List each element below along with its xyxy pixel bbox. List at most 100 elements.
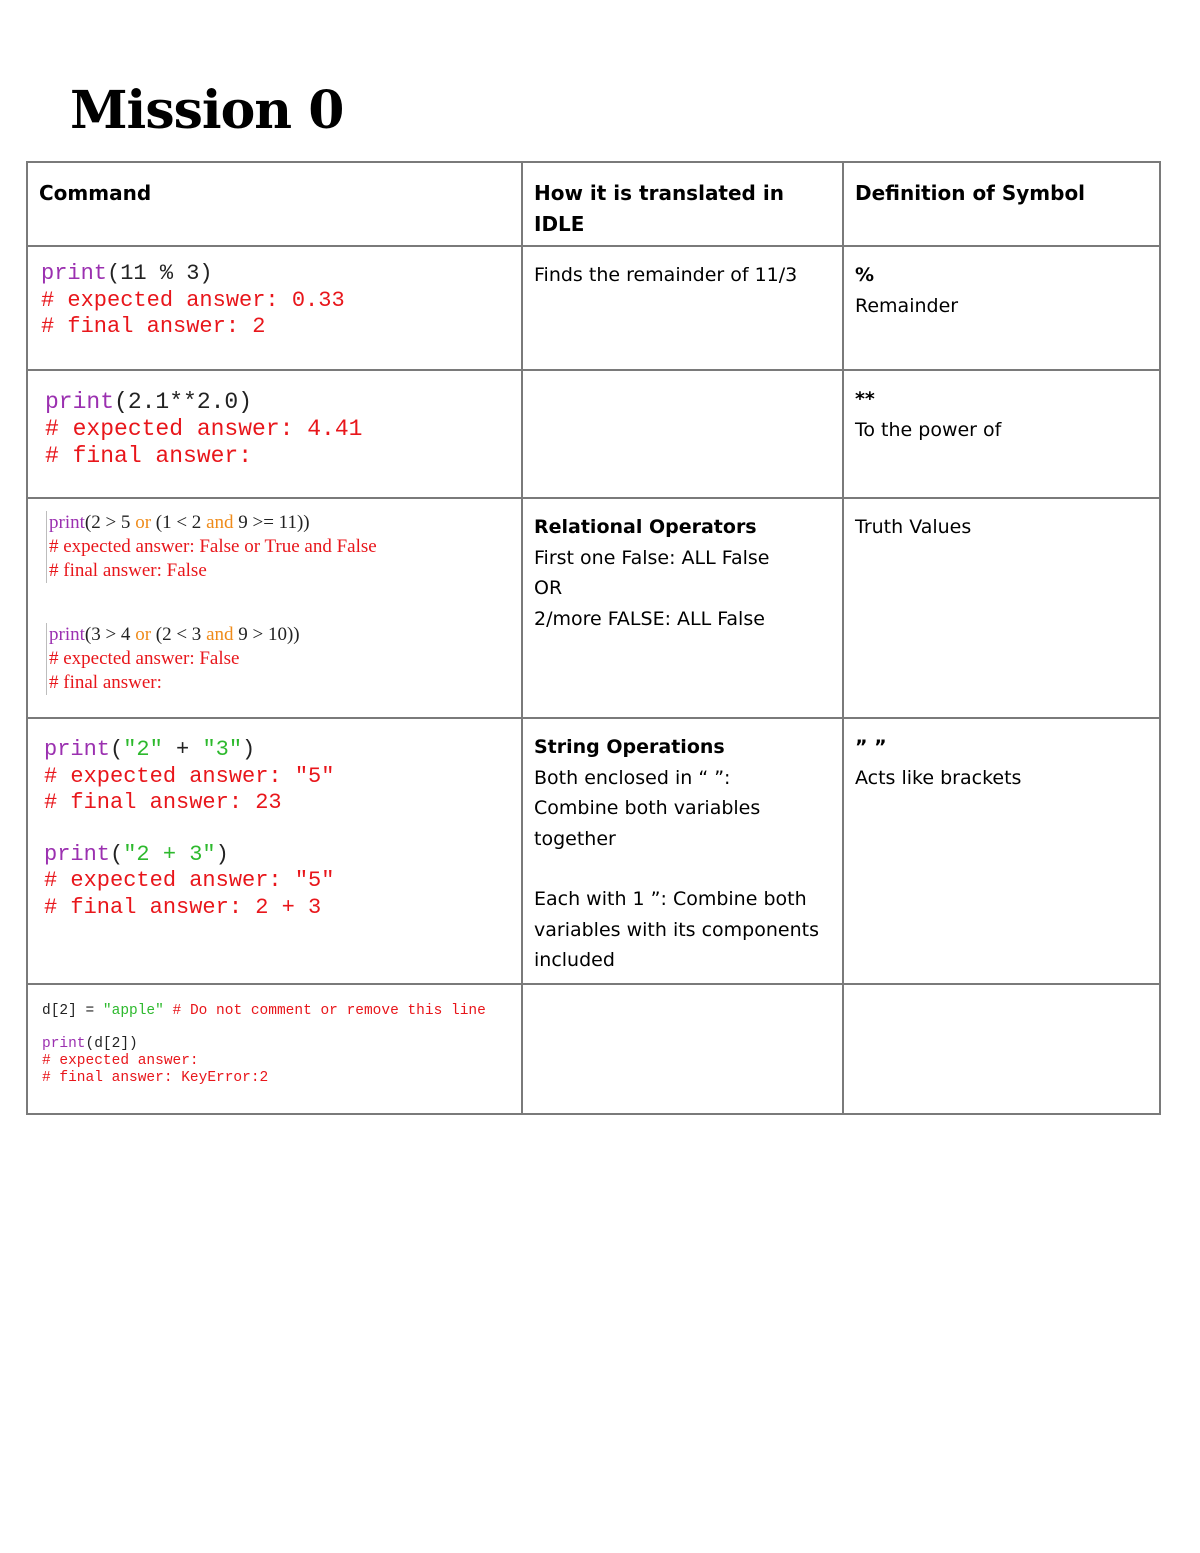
- code-text: (1 < 2: [151, 512, 207, 533]
- translation-line: together: [534, 827, 616, 850]
- translation-heading: Relational Operators: [534, 516, 757, 538]
- code-line: print(2.1**2.0): [45, 389, 521, 416]
- code-snippet: d[2] = "apple" # Do not comment or remov…: [28, 985, 521, 1087]
- translation-line: variables with its components: [534, 918, 819, 941]
- translation-line: included: [534, 949, 615, 971]
- code-line: # final answer: 2: [41, 314, 521, 341]
- code-comment: # Do not comment or remove this line: [163, 1003, 486, 1019]
- translation-cell: Finds the remainder of 11/3: [521, 245, 844, 371]
- code-block: print(2 > 5 or (1 < 2 and 9 >= 11)) # exp…: [46, 511, 521, 583]
- code-snippet: print(11 % 3) # expected answer: 0.33 # fi…: [28, 247, 521, 341]
- code-line: # final answer: 23: [44, 790, 521, 817]
- symbol-meaning: To the power of: [855, 418, 1002, 441]
- code-line: print(2 > 5 or (1 < 2 and 9 >= 11)): [49, 511, 521, 535]
- definition-cell: [842, 983, 1161, 1115]
- code-string: "3": [202, 737, 243, 762]
- definition-text: Truth Values: [844, 499, 1159, 543]
- code-comment: # expected answer: 4.41: [45, 416, 363, 442]
- code-operator: or: [135, 512, 152, 533]
- code-line: # expected answer: 4.41: [45, 416, 521, 443]
- code-text: d[2] =: [42, 1003, 103, 1019]
- code-keyword: print: [44, 737, 111, 762]
- code-comment: # final answer: 2: [41, 314, 266, 339]
- symbol-label: %: [855, 264, 875, 286]
- table-row: print(2.1**2.0) # expected answer: 4.41 # …: [26, 369, 1161, 499]
- code-operator: or: [135, 624, 152, 645]
- code-comment: # expected answer: False or True and Fal…: [49, 536, 377, 557]
- command-cell: print("2" + "3") # expected answer: "5" # …: [26, 717, 523, 985]
- symbol-label: ” ”: [855, 736, 887, 758]
- definition-cell: Truth Values: [842, 497, 1161, 719]
- symbol-meaning: Remainder: [855, 294, 959, 317]
- code-text: (2.1**2.0): [114, 389, 253, 415]
- code-text: (: [110, 841, 124, 867]
- code-text: (11 % 3): [107, 261, 213, 286]
- definition-text: ** To the power of: [844, 371, 1159, 445]
- page-title: Mission 0: [70, 80, 344, 141]
- header-command: Command: [26, 161, 523, 247]
- code-block: print(3 > 4 or (2 < 3 and 9 > 10)) # expe…: [46, 623, 521, 695]
- code-comment: # expected answer: "5": [44, 763, 335, 789]
- code-line: d[2] = "apple" # Do not comment or remov…: [42, 1003, 521, 1020]
- code-block: print("2 + 3") # expected answer: "5" # fi…: [44, 842, 521, 922]
- command-cell: print(2 > 5 or (1 < 2 and 9 >= 11)) # exp…: [26, 497, 523, 719]
- code-string: "2": [123, 737, 163, 762]
- command-cell: print(11 % 3) # expected answer: 0.33 # fi…: [26, 245, 523, 371]
- symbol-label: **: [855, 388, 875, 410]
- translation-line: Each with 1 ”: Combine both: [534, 888, 807, 910]
- code-block: print("2" + "3") # expected answer: "5" # …: [44, 737, 521, 817]
- code-comment: # final answer: KeyError:2: [42, 1070, 269, 1086]
- header-definition: Definition of Symbol: [842, 161, 1161, 247]
- symbol-meaning: Acts like brackets: [855, 766, 1022, 789]
- code-text: 9 > 10)): [233, 624, 300, 645]
- translation-text: Finds the remainder of 11/3: [523, 247, 842, 291]
- code-line: # expected answer:: [42, 1053, 521, 1070]
- definition-text: ” ” Acts like brackets: [844, 719, 1159, 793]
- code-string: "2 + 3": [123, 841, 216, 867]
- translation-cell: [521, 369, 844, 499]
- code-line: # final answer: False: [49, 559, 521, 583]
- table-header-row: Command How it is translated in IDLE Def…: [26, 161, 1161, 247]
- code-line: print(d[2]): [42, 1036, 521, 1053]
- code-line: # expected answer: False or True and Fal…: [49, 535, 521, 559]
- translation-text: String Operations Both enclosed in “ ”: Co…: [523, 719, 842, 976]
- code-text: (d[2]): [85, 1036, 138, 1052]
- code-line: print(11 % 3): [41, 261, 521, 288]
- code-keyword: print: [49, 512, 85, 533]
- definition-cell: % Remainder: [842, 245, 1161, 371]
- command-cell: print(2.1**2.0) # expected answer: 4.41 # …: [26, 369, 523, 499]
- code-text: +: [162, 737, 203, 762]
- code-line: # final answer:: [49, 671, 521, 695]
- code-line: # expected answer: 0.33: [41, 288, 521, 315]
- code-comment: # final answer: 2 + 3: [44, 894, 322, 920]
- translation-cell: String Operations Both enclosed in “ ”: Co…: [521, 717, 844, 985]
- code-line: print(3 > 4 or (2 < 3 and 9 > 10)): [49, 623, 521, 647]
- code-line: # expected answer: "5": [44, 868, 521, 895]
- translation-cell: Relational Operators First one False: ALL…: [521, 497, 844, 719]
- code-comment: # final answer:: [49, 672, 162, 693]
- definition-cell: ” ” Acts like brackets: [842, 717, 1161, 985]
- code-comment: # expected answer: 0.33: [41, 287, 345, 313]
- code-comment: # final answer: 23: [44, 790, 282, 815]
- translation-line: Combine both variables: [534, 797, 761, 819]
- code-snippet: print(2.1**2.0) # expected answer: 4.41 # …: [28, 371, 521, 470]
- translation-text: [523, 371, 842, 384]
- code-line: print("2 + 3"): [44, 842, 521, 869]
- code-comment: # final answer:: [45, 443, 253, 469]
- table-row: print(11 % 3) # expected answer: 0.33 # fi…: [26, 245, 1161, 371]
- code-text: (3 > 4: [84, 624, 136, 645]
- code-text: ): [242, 737, 256, 762]
- code-text: (2 < 3: [151, 624, 207, 645]
- code-text: (: [110, 737, 124, 762]
- code-keyword: print: [44, 841, 111, 867]
- definition-text: [844, 985, 1159, 998]
- code-text: (2 > 5: [84, 512, 136, 533]
- translation-text: [523, 985, 842, 998]
- header-translation: How it is translated in IDLE: [521, 161, 844, 247]
- translation-cell: [521, 983, 844, 1115]
- code-string: "apple": [102, 1003, 164, 1019]
- translation-line: First one False: ALL False: [534, 546, 770, 569]
- translation-line: 2/more FALSE: ALL False: [534, 607, 765, 630]
- command-cell: d[2] = "apple" # Do not comment or remov…: [26, 983, 523, 1115]
